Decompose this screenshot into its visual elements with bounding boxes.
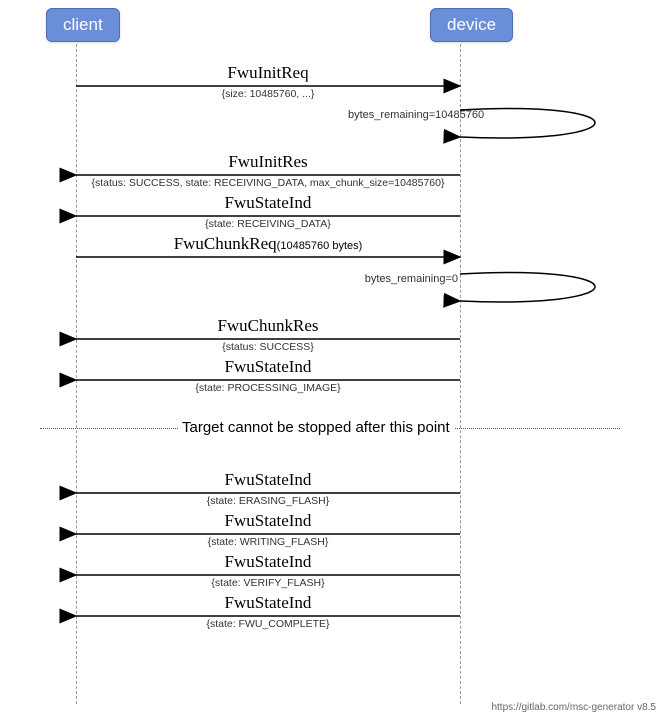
arrow-fwustateind-2 bbox=[0, 379, 662, 381]
participant-device: device bbox=[430, 8, 513, 42]
msg-fwustateind-2-sub: {state: PROCESSING_IMAGE} bbox=[88, 382, 448, 394]
msg-fwustateind-6-sub: {state: FWU_COMPLETE} bbox=[88, 618, 448, 630]
divider-text: Target cannot be stopped after this poin… bbox=[178, 419, 454, 436]
arrow-fwustateind-3 bbox=[0, 492, 662, 494]
msg-fwustateind-4-sub: {state: WRITING_FLASH} bbox=[88, 536, 448, 548]
arrow-fwuchunkreq bbox=[0, 256, 662, 258]
self-arrow-1 bbox=[0, 105, 662, 145]
arrow-fwuinitreq bbox=[0, 85, 662, 87]
msg-fwustateind-1-title: FwuStateInd bbox=[88, 193, 448, 213]
arrow-fwustateind-5 bbox=[0, 574, 662, 576]
msg-fwuchunkreq-suffix: (10485760 bytes) bbox=[277, 240, 363, 252]
participant-client: client bbox=[46, 8, 120, 42]
msg-fwuinitreq-sub: {size: 10485760, ...} bbox=[88, 88, 448, 100]
msg-fwuchunkreq-name: FwuChunkReq bbox=[174, 234, 277, 253]
arrow-fwuinitres bbox=[0, 174, 662, 176]
arrow-fwustateind-6 bbox=[0, 615, 662, 617]
msg-fwuchunkreq-title: FwuChunkReq(10485760 bytes) bbox=[88, 234, 448, 254]
msg-fwustateind-1-sub: {state: RECEIVING_DATA} bbox=[88, 218, 448, 230]
arrow-fwustateind-1 bbox=[0, 215, 662, 217]
msg-fwuchunkres-sub: {status: SUCCESS} bbox=[88, 341, 448, 353]
msg-fwustateind-3-sub: {state: ERASING_FLASH} bbox=[88, 495, 448, 507]
msg-fwustateind-4-title: FwuStateInd bbox=[88, 511, 448, 531]
arrow-fwustateind-4 bbox=[0, 533, 662, 535]
footer-credit: https://gitlab.com/msc-generator v8.5 bbox=[491, 702, 656, 713]
msg-fwuchunkres-title: FwuChunkRes bbox=[88, 316, 448, 336]
self-arrow-2 bbox=[0, 269, 662, 309]
msg-fwustateind-3-title: FwuStateInd bbox=[88, 470, 448, 490]
msg-fwustateind-5-sub: {state: VERIFY_FLASH} bbox=[88, 577, 448, 589]
arrow-fwuchunkres bbox=[0, 338, 662, 340]
msg-fwustateind-6-title: FwuStateInd bbox=[88, 593, 448, 613]
msg-fwuinitres-sub: {status: SUCCESS, state: RECEIVING_DATA,… bbox=[88, 177, 448, 189]
msg-fwustateind-5-title: FwuStateInd bbox=[88, 552, 448, 572]
msg-fwuinitreq-title: FwuInitReq bbox=[88, 63, 448, 83]
msg-fwuinitres-title: FwuInitRes bbox=[88, 152, 448, 172]
msg-fwustateind-2-title: FwuStateInd bbox=[88, 357, 448, 377]
